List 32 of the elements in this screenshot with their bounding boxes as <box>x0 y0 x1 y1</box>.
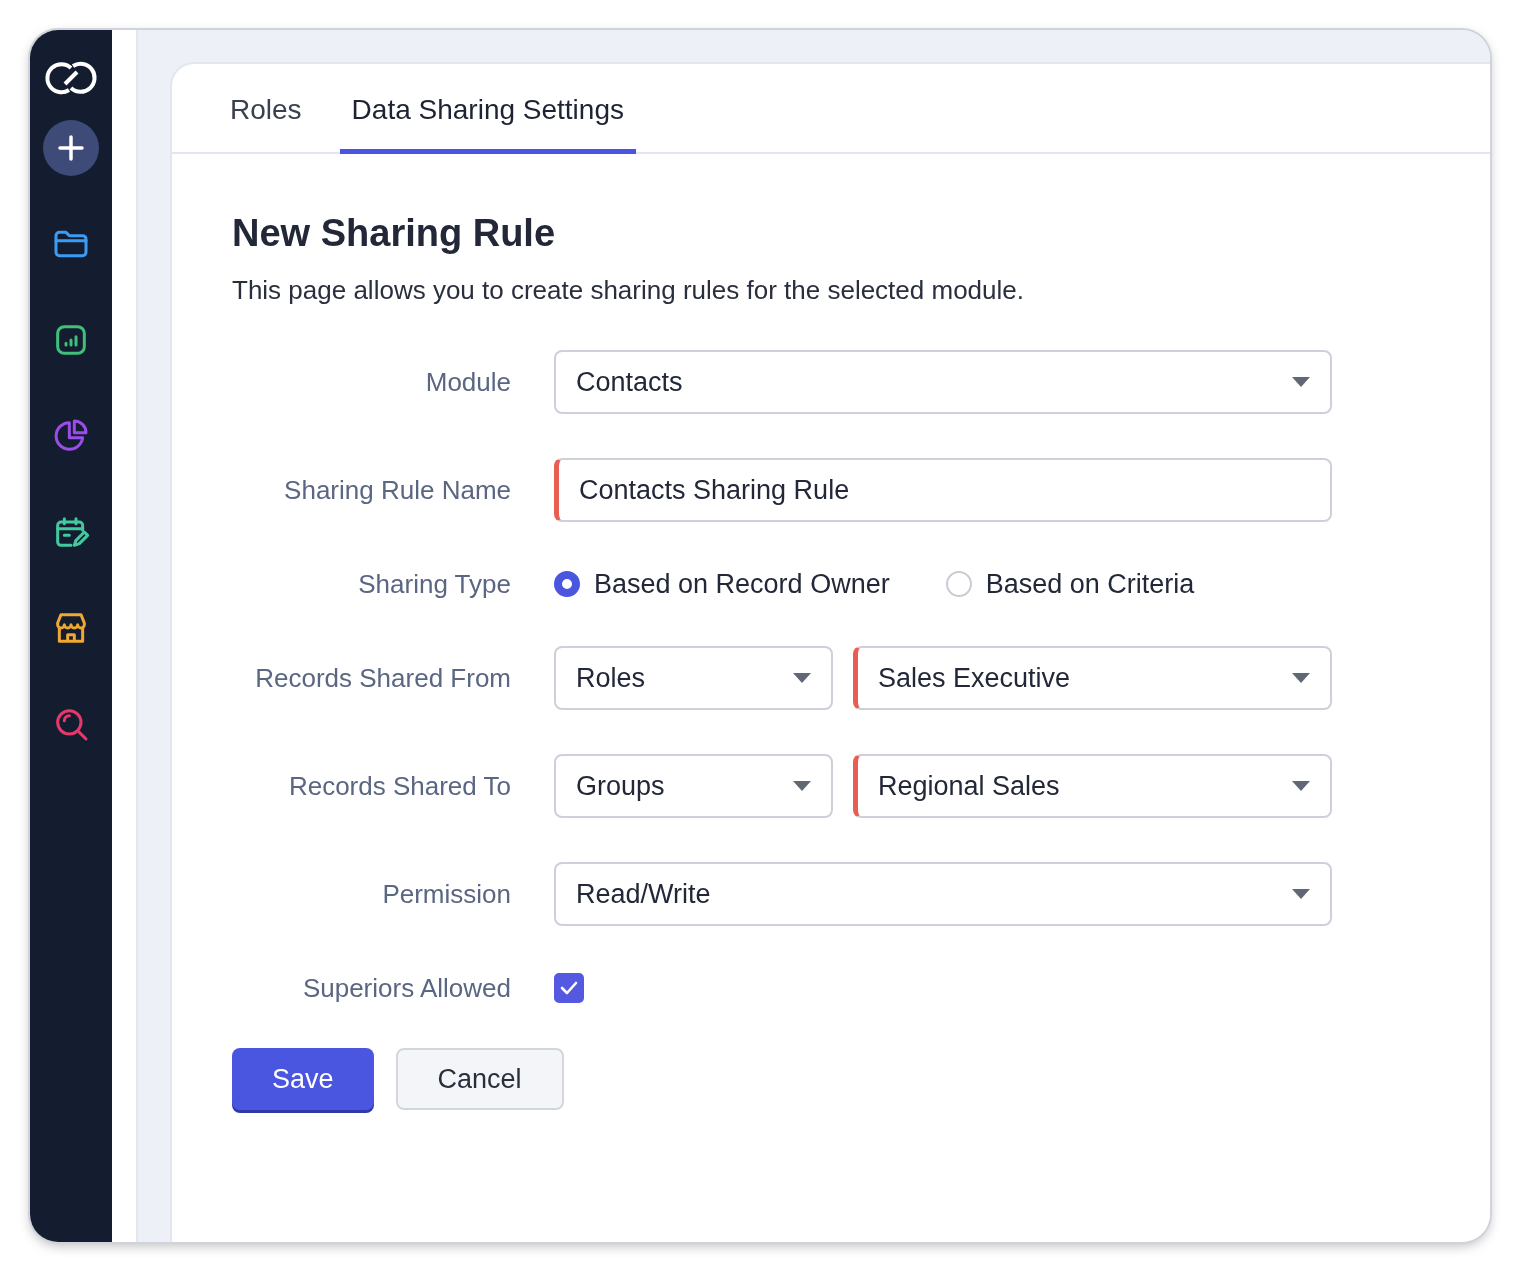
input-field[interactable]: Contacts Sharing Rule <box>554 458 1332 522</box>
field-label: Records Shared To <box>287 770 511 802</box>
checkbox[interactable] <box>554 973 584 1003</box>
page-description: This page allows you to create sharing rules for the selected module. <box>232 275 1025 306</box>
checkmark-icon <box>560 981 578 995</box>
caret-icon <box>793 781 811 791</box>
caret-icon <box>793 673 811 683</box>
radio-option[interactable]: Based on Criteria <box>945 568 1195 600</box>
field-label: Module <box>424 366 511 398</box>
field-label: Sharing Type <box>357 568 511 600</box>
dropdown[interactable]: Contacts <box>554 350 1332 414</box>
save-button[interactable]: Save <box>232 1048 374 1110</box>
page-title: New Sharing Rule <box>232 212 557 255</box>
add-button[interactable] <box>43 120 99 176</box>
plus-icon <box>58 135 84 161</box>
field-label: Superiors Allowed <box>301 972 511 1004</box>
radio-option[interactable]: Based on Record Owner <box>554 568 890 600</box>
dropdown[interactable]: Read/Write <box>554 862 1332 926</box>
field-label: Permission <box>381 878 511 910</box>
dropdown[interactable]: Groups <box>554 754 833 818</box>
cancel-button[interactable]: Cancel <box>395 1048 564 1110</box>
tab[interactable]: Roles <box>218 64 314 154</box>
caret-icon <box>1292 673 1310 683</box>
dropdown[interactable]: Sales Executive <box>853 646 1332 710</box>
caret-icon <box>1292 377 1310 387</box>
field-label: Records Shared From <box>254 662 511 694</box>
caret-icon <box>1292 781 1310 791</box>
field-label: Sharing Rule Name <box>283 474 511 506</box>
caret-icon <box>1292 889 1310 899</box>
dropdown[interactable]: Regional Sales <box>853 754 1332 818</box>
dropdown[interactable]: Roles <box>554 646 833 710</box>
tab[interactable]: Data Sharing Settings <box>339 64 636 154</box>
